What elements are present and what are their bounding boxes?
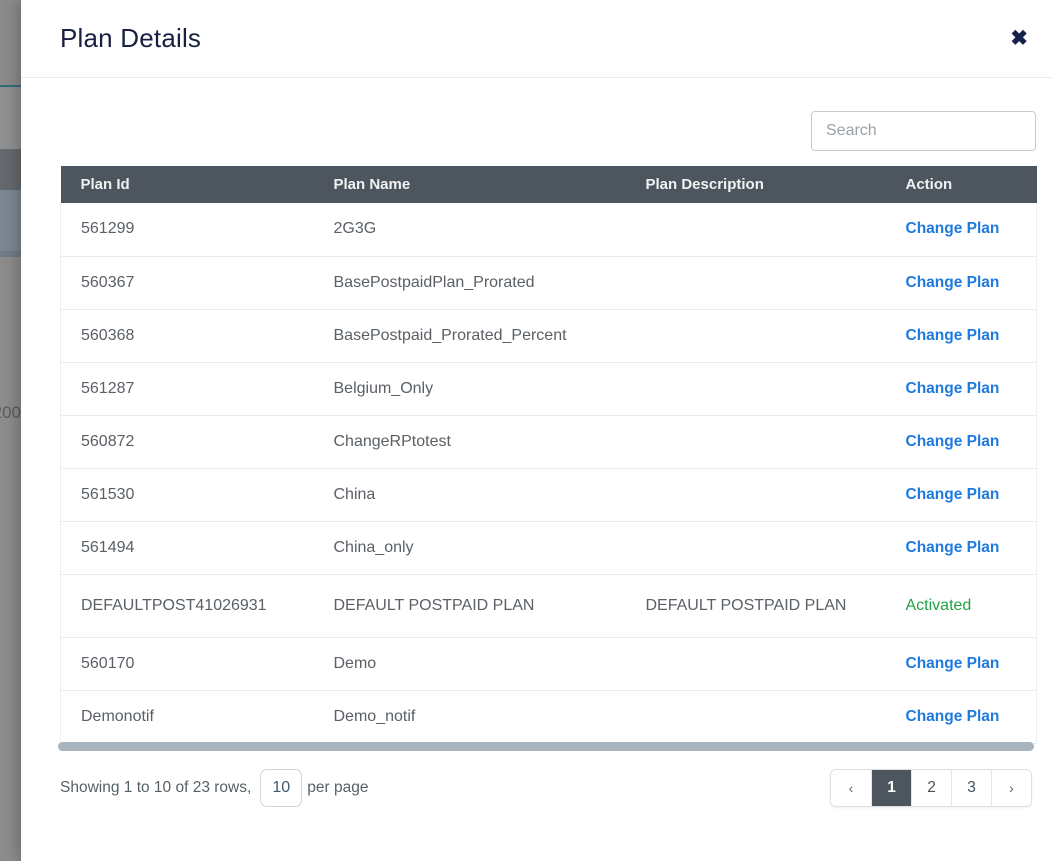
plan-action-cell: Change Plan — [886, 637, 1037, 690]
plan-id-cell: 561287 — [61, 362, 314, 415]
plan-id-cell: 561530 — [61, 468, 314, 521]
plan-name-cell: BasePostpaid_Prorated_Percent — [314, 309, 626, 362]
plan-name-cell: Demo_notif — [314, 690, 626, 743]
pagination-page-button[interactable]: 1 — [871, 770, 911, 806]
plan-description-cell — [626, 256, 886, 309]
plan-name-cell: ChangeRPtotest — [314, 415, 626, 468]
change-plan-link[interactable]: Change Plan — [906, 708, 1000, 725]
change-plan-link[interactable]: Change Plan — [906, 220, 1000, 237]
change-plan-link[interactable]: Change Plan — [906, 486, 1000, 503]
plan-action-cell: Change Plan — [886, 521, 1037, 574]
search-row — [60, 111, 1036, 151]
plan-name-cell: China — [314, 468, 626, 521]
dimmed-background-page: 200 — [0, 0, 21, 861]
plan-id-cell: Demonotif — [61, 690, 314, 743]
page-size-controls: Showing 1 to 10 of 23 rows, 10 per page — [60, 769, 369, 807]
background-block — [0, 190, 21, 251]
col-header-plan-name: Plan Name — [314, 166, 626, 203]
col-header-plan-description: Plan Description — [626, 166, 886, 203]
background-block: 200 — [0, 257, 21, 861]
table-footer: Showing 1 to 10 of 23 rows, 10 per page … — [60, 769, 1036, 807]
pagination: ‹123› — [830, 769, 1032, 807]
plan-id-cell: 560170 — [61, 637, 314, 690]
horizontal-scrollbar[interactable] — [60, 742, 1036, 751]
table-row: 560367 BasePostpaidPlan_Prorated Change … — [61, 256, 1037, 309]
plan-id-cell: DEFAULTPOST41026931 — [61, 574, 314, 637]
background-block — [0, 149, 21, 190]
plan-name-cell: Demo — [314, 637, 626, 690]
plan-description-cell — [626, 309, 886, 362]
plan-id-cell: 560367 — [61, 256, 314, 309]
table-header-row: Plan Id Plan Name Plan Description Actio… — [61, 166, 1037, 203]
scrollbar-thumb[interactable] — [58, 742, 1034, 751]
pagination-prev-button[interactable]: ‹ — [831, 770, 871, 806]
plan-action-cell: Change Plan — [886, 362, 1037, 415]
col-header-action: Action — [886, 166, 1037, 203]
plan-action-cell: Change Plan — [886, 690, 1037, 743]
plan-name-cell: 2G3G — [314, 203, 626, 256]
table-row: 561299 2G3G Change Plan — [61, 203, 1037, 256]
plan-description-cell — [626, 637, 886, 690]
change-plan-link[interactable]: Change Plan — [906, 380, 1000, 397]
table-row: 560368 BasePostpaid_Prorated_Percent Cha… — [61, 309, 1037, 362]
table-row: DEFAULTPOST41026931 DEFAULT POSTPAID PLA… — [61, 574, 1037, 637]
plan-action-cell: Change Plan — [886, 415, 1037, 468]
table-row: 560872 ChangeRPtotest Change Plan — [61, 415, 1037, 468]
change-plan-link[interactable]: Change Plan — [906, 655, 1000, 672]
background-axis-label: 200 — [0, 403, 21, 423]
plan-action-cell: Activated — [886, 574, 1037, 637]
change-plan-link[interactable]: Change Plan — [906, 539, 1000, 556]
table-row: Demonotif Demo_notif Change Plan — [61, 690, 1037, 743]
status-label: Activated — [906, 597, 972, 614]
plan-description-cell — [626, 203, 886, 256]
table-row: 561287 Belgium_Only Change Plan — [61, 362, 1037, 415]
table-row: 561530 China Change Plan — [61, 468, 1037, 521]
table-row: 560170 Demo Change Plan — [61, 637, 1037, 690]
modal-body: Plan Id Plan Name Plan Description Actio… — [21, 78, 1052, 807]
table-row: 561494 China_only Change Plan — [61, 521, 1037, 574]
showing-text: Showing 1 to 10 of 23 rows, — [60, 779, 251, 797]
plan-action-cell: Change Plan — [886, 256, 1037, 309]
plan-description-cell: DEFAULT POSTPAID PLAN — [626, 574, 886, 637]
pagination-next-button[interactable]: › — [991, 770, 1031, 806]
plan-description-cell — [626, 690, 886, 743]
plan-action-cell: Change Plan — [886, 468, 1037, 521]
plan-id-cell: 561494 — [61, 521, 314, 574]
change-plan-link[interactable]: Change Plan — [906, 433, 1000, 450]
col-header-plan-id: Plan Id — [61, 166, 314, 203]
change-plan-link[interactable]: Change Plan — [906, 274, 1000, 291]
plan-id-cell: 561299 — [61, 203, 314, 256]
background-block — [0, 87, 21, 149]
pagination-page-button[interactable]: 2 — [911, 770, 951, 806]
background-block — [0, 0, 21, 85]
plan-action-cell: Change Plan — [886, 203, 1037, 256]
plan-id-cell: 560872 — [61, 415, 314, 468]
plan-description-cell — [626, 415, 886, 468]
search-input[interactable] — [811, 111, 1036, 151]
plan-name-cell: Belgium_Only — [314, 362, 626, 415]
page-title: Plan Details — [60, 23, 1006, 54]
plans-table: Plan Id Plan Name Plan Description Actio… — [60, 166, 1037, 744]
plan-description-cell — [626, 521, 886, 574]
plan-id-cell: 560368 — [61, 309, 314, 362]
plan-name-cell: DEFAULT POSTPAID PLAN — [314, 574, 626, 637]
pagination-page-button[interactable]: 3 — [951, 770, 991, 806]
plan-action-cell: Change Plan — [886, 309, 1037, 362]
plan-name-cell: BasePostpaidPlan_Prorated — [314, 256, 626, 309]
plan-description-cell — [626, 468, 886, 521]
plan-description-cell — [626, 362, 886, 415]
change-plan-link[interactable]: Change Plan — [906, 327, 1000, 344]
modal-header: Plan Details ✖ — [21, 0, 1052, 78]
plan-details-modal: Plan Details ✖ Plan Id Plan Name Plan De… — [21, 0, 1052, 861]
close-icon[interactable]: ✖ — [1006, 26, 1032, 51]
page-size-dropdown[interactable]: 10 — [260, 769, 302, 807]
plan-name-cell: China_only — [314, 521, 626, 574]
per-page-text: per page — [307, 779, 368, 797]
